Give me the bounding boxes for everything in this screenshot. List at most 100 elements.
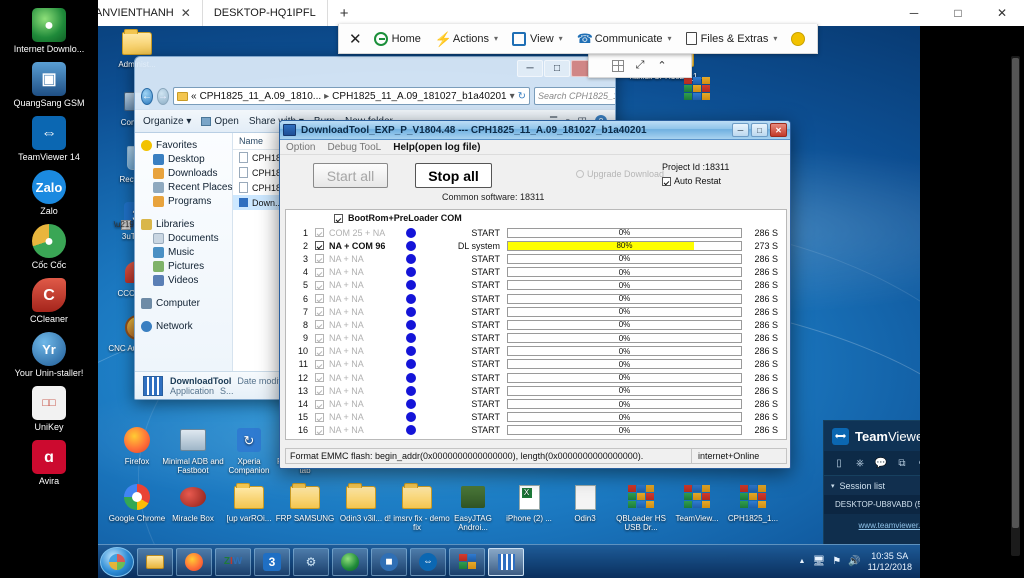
host-icon-quangsang-gsm[interactable]: ▣ QuangSang GSM xyxy=(0,62,98,109)
menu-debug-tool[interactable]: Debug TooL xyxy=(327,142,381,153)
taskbar-button-ziw[interactable]: ZIW xyxy=(215,547,251,576)
taskbar-button-teamviewer[interactable]: ⇔ xyxy=(410,547,446,576)
host-icon-your-uninstaller[interactable]: Yr Your Unin-staller! xyxy=(0,332,98,379)
minimize-button[interactable]: ─ xyxy=(517,60,543,77)
copy-icon[interactable]: ⧉ xyxy=(896,458,908,469)
table-row[interactable]: 13 NA + NA START 0% 286 S xyxy=(286,384,786,397)
taskbar-button-downloadtool[interactable] xyxy=(488,547,524,576)
search-input[interactable]: Search CPH1825_11_A.09_181027_b1a... ⌕ xyxy=(534,87,615,105)
video-icon[interactable]: ▯ xyxy=(833,458,845,469)
sidebar-item-pictures[interactable]: Pictures xyxy=(141,259,232,273)
table-row[interactable]: 15 NA + NA START 0% 286 S xyxy=(286,411,786,424)
checkbox-icon[interactable] xyxy=(315,333,324,343)
refresh-icon[interactable]: ↻ xyxy=(518,91,526,102)
back-button[interactable]: ← xyxy=(141,87,153,105)
vertical-scrollbar[interactable] xyxy=(1011,56,1020,556)
maximize-button[interactable]: □ xyxy=(544,60,570,77)
table-row[interactable]: 5 NA + NA START 0% 286 S xyxy=(286,279,786,292)
checkbox-icon[interactable] xyxy=(334,213,343,223)
host-icon-unikey[interactable]: □□ UniKey xyxy=(0,386,98,433)
sidebar-item-desktop[interactable]: Desktop xyxy=(141,152,232,166)
start-all-button[interactable]: Start all xyxy=(313,163,388,188)
checkbox-icon[interactable] xyxy=(315,320,324,330)
checkbox-icon[interactable] xyxy=(315,373,324,383)
new-tab-button[interactable]: + xyxy=(328,0,361,26)
checkbox-icon[interactable] xyxy=(315,267,324,277)
close-button[interactable]: ✕ xyxy=(980,0,1024,26)
upgrade-download-radio[interactable]: Upgrade Download xyxy=(576,169,664,179)
sidebar-item-videos[interactable]: Videos xyxy=(141,273,232,287)
table-row[interactable]: 4 NA + NA START 0% 286 S xyxy=(286,266,786,279)
bootrom-preloader-header[interactable]: BootRom+PreLoader COM xyxy=(286,210,786,226)
taskbar-button-3utools[interactable]: 3 xyxy=(254,547,290,576)
fit-screen-icon[interactable]: ⤢ xyxy=(634,59,646,72)
chat-icon[interactable]: 💬 xyxy=(875,458,887,469)
table-row[interactable]: 6 NA + NA START 0% 286 S xyxy=(286,292,786,305)
tray-expand-icon[interactable]: ▲ xyxy=(799,558,806,565)
sidebar-item-libraries[interactable]: Libraries xyxy=(141,217,232,231)
host-icon-internet-download-manager[interactable]: ● Internet Downlo... xyxy=(0,8,98,55)
checkbox-icon[interactable] xyxy=(315,346,324,356)
maximize-button[interactable]: □ xyxy=(936,0,980,26)
taskbar-button-explorer[interactable] xyxy=(137,547,173,576)
minimize-button[interactable]: ─ xyxy=(892,0,936,26)
close-icon[interactable]: ✕ xyxy=(345,30,366,48)
taskbar-button-settings[interactable]: ⚙ xyxy=(293,547,329,576)
host-icon-avira[interactable]: ɑ Avira xyxy=(0,440,98,487)
table-row[interactable]: 8 NA + NA START 0% 286 S xyxy=(286,318,786,331)
maximize-button[interactable]: □ xyxy=(751,123,768,137)
session-list-header[interactable]: ▾ Session list ⧉ ⚙ xyxy=(824,475,920,495)
session-entry[interactable]: DESKTOP-UB8VABD (517 964 657) ▾ ⛒ xyxy=(824,495,920,514)
address-bar[interactable]: « CPH1825_11_A.09_1810... ▸ CPH1825_11_A… xyxy=(173,87,531,105)
breadcrumb-current[interactable]: CPH1825_11_A.09_181027_b1a40201 xyxy=(332,91,506,102)
sidebar-item-recent-places[interactable]: Recent Places xyxy=(141,180,232,194)
start-button[interactable] xyxy=(100,546,134,577)
host-icon-teamviewer-14[interactable]: ⇔ TeamViewer 14 xyxy=(0,116,98,163)
table-row[interactable]: 16 NA + NA START 0% 286 S xyxy=(286,424,786,437)
collapse-icon[interactable]: ⌃ xyxy=(656,60,668,72)
checkbox-icon[interactable] xyxy=(315,280,324,290)
close-icon[interactable]: ✕ xyxy=(181,6,191,20)
table-row[interactable]: 9 NA + NA START 0% 286 S xyxy=(286,332,786,345)
checkbox-icon[interactable] xyxy=(315,412,324,422)
table-row[interactable]: 10 NA + NA START 0% 286 S xyxy=(286,345,786,358)
checkbox-icon[interactable] xyxy=(315,294,324,304)
volume-icon[interactable]: 🔊 xyxy=(848,556,860,567)
checkbox-icon[interactable] xyxy=(315,241,324,251)
checkbox-icon[interactable] xyxy=(315,386,324,396)
stop-all-button[interactable]: Stop all xyxy=(415,163,492,188)
table-row[interactable]: 3 NA + NA START 0% 286 S xyxy=(286,252,786,265)
chevron-down-icon[interactable]: ▾ xyxy=(510,91,515,102)
desktop-icon-winrar-extra[interactable] xyxy=(664,74,730,106)
toolbar-files-extras[interactable]: Files & Extras ▾ xyxy=(680,29,784,48)
sidebar-item-programs[interactable]: Programs xyxy=(141,194,232,208)
sidebar-item-music[interactable]: Music xyxy=(141,245,232,259)
auto-restart-checkbox[interactable]: Auto Restat xyxy=(662,176,721,186)
sidebar-item-favorites[interactable]: Favorites xyxy=(141,138,232,152)
whiteboard-icon[interactable]: ✏ xyxy=(917,458,920,469)
taskbar-button-idm[interactable] xyxy=(332,547,368,576)
breadcrumb-parent[interactable]: CPH1825_11_A.09_1810... xyxy=(200,91,322,102)
grid-icon[interactable] xyxy=(612,59,624,72)
host-icon-coc-coc[interactable]: ● Cốc Cốc xyxy=(0,224,98,271)
checkbox-icon[interactable] xyxy=(315,307,324,317)
teamviewer-website-link[interactable]: www.teamviewer.com xyxy=(859,521,920,530)
table-row[interactable]: 12 NA + NA START 0% 286 S xyxy=(286,371,786,384)
sidebar-item-computer[interactable]: Computer xyxy=(141,296,232,310)
toolbar-home[interactable]: Home xyxy=(368,29,427,49)
close-button[interactable]: ✕ xyxy=(770,123,787,137)
taskbar-button-quangsang[interactable]: ◼ xyxy=(371,547,407,576)
organize-button[interactable]: Organize ▾ xyxy=(143,116,191,127)
sidebar-item-downloads[interactable]: Downloads xyxy=(141,166,232,180)
desktop-icon-cph1825-archive[interactable]: CPH1825_1... xyxy=(720,482,786,523)
menu-option[interactable]: Option xyxy=(286,142,315,153)
viewer-tab-desktop-hq1ipfl[interactable]: DESKTOP-HQ1IPFL xyxy=(203,0,328,26)
action-center-icon[interactable]: ⚑ xyxy=(832,556,841,567)
checkbox-icon[interactable] xyxy=(315,359,324,369)
menu-help[interactable]: Help(open log file) xyxy=(393,142,480,153)
table-row[interactable]: 2 NA + COM 96 DL system 80% 273 S xyxy=(286,239,786,252)
sidebar-item-network[interactable]: Network xyxy=(141,319,232,333)
headset-icon[interactable]: ⎈ xyxy=(854,458,866,469)
host-icon-zalo[interactable]: Zalo Zalo xyxy=(0,170,98,217)
minimize-button[interactable]: ─ xyxy=(732,123,749,137)
